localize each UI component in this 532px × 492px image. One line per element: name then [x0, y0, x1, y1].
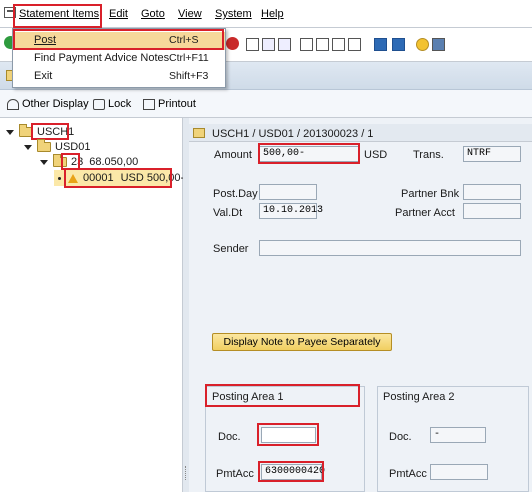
lock-icon [93, 98, 105, 110]
detail-header-title: USCH1 / USD01 / 201300023 / 1 [212, 128, 374, 140]
menu-item-exit[interactable]: Exit Shift+F3 [13, 68, 225, 86]
tree-account-label: USD01 [55, 141, 91, 153]
glasses-icon [7, 98, 19, 110]
menu-help-label: Help [261, 8, 284, 20]
highlight-pa1-pmtacc [258, 461, 324, 482]
value-date-field[interactable]: 10.10.2013 [259, 203, 323, 219]
pa2-pmtacc-label: PmtAcc [389, 468, 427, 480]
value-date-label: Val.Dt [213, 207, 243, 219]
find-payment-advice-label: Find Payment Advice Notes [34, 52, 170, 64]
tree-node-account[interactable]: USD01 [24, 139, 91, 153]
printout-button[interactable]: Printout [143, 98, 196, 110]
pa2-doc-label: Doc. [389, 431, 412, 443]
exit-shortcut: Shift+F3 [169, 70, 209, 82]
highlight-posting-area-1 [205, 384, 360, 407]
bullet-icon [58, 176, 61, 180]
display-note-button[interactable]: Display Note to Payee Separately [212, 333, 392, 351]
folder-icon [37, 139, 51, 152]
posting-area-2-title: Posting Area 2 [383, 391, 455, 403]
last-page-icon[interactable] [348, 38, 361, 51]
post-day-field[interactable] [259, 184, 317, 200]
currency-label: USD [364, 149, 388, 161]
lock-label: Lock [108, 98, 132, 110]
sender-field[interactable] [259, 240, 521, 256]
printout-label: Printout [158, 98, 196, 110]
layout-menu-icon[interactable] [432, 38, 445, 51]
pa1-doc-label: Doc. [218, 431, 241, 443]
cancel-icon[interactable] [226, 37, 239, 50]
tree-statement-amount: 68.050,00 [89, 156, 139, 168]
partner-bank-label: Partner Bnk [401, 188, 460, 200]
new-session-icon[interactable] [374, 38, 387, 51]
menu-help[interactable]: Help [261, 8, 284, 20]
sender-label: Sender [213, 243, 249, 255]
find-icon[interactable] [262, 38, 275, 51]
find-payment-advice-shortcut: Ctrl+F11 [169, 52, 209, 64]
partner-account-field[interactable] [463, 203, 521, 219]
partner-account-label: Partner Acct [395, 207, 455, 219]
shortcut-icon[interactable] [392, 38, 405, 51]
highlight-statement-items [13, 4, 102, 28]
trans-label: Trans. [413, 149, 444, 161]
header-folder-icon [193, 128, 205, 138]
highlight-item [64, 168, 172, 188]
highlight-amount [258, 143, 360, 164]
expand-icon[interactable] [40, 159, 48, 165]
menu-view-label: View [178, 8, 202, 20]
menu-item-find-payment-advice[interactable]: Find Payment Advice Notes Ctrl+F11 [13, 50, 225, 68]
pa1-pmtacc-label: PmtAcc [216, 468, 254, 480]
other-display-label: Other Display [22, 98, 89, 110]
post-day-label: Post.Day [213, 188, 258, 200]
previous-page-icon[interactable] [316, 38, 329, 51]
first-page-icon[interactable] [300, 38, 313, 51]
print-icon[interactable] [246, 38, 259, 51]
expand-icon[interactable] [24, 144, 32, 150]
menu-goto[interactable]: Goto [141, 8, 165, 20]
lock-button[interactable]: Lock [93, 98, 131, 110]
highlight-pa1-doc [257, 423, 319, 446]
menu-system[interactable]: System [215, 8, 252, 20]
menu-goto-label: Goto [141, 8, 165, 20]
other-display-button[interactable]: Other Display [7, 98, 89, 110]
exit-label: Exit [34, 70, 53, 82]
next-page-icon[interactable] [332, 38, 345, 51]
trans-field[interactable]: NTRF [463, 146, 521, 162]
pa2-pmtacc-field[interactable] [430, 464, 488, 480]
partner-bank-field[interactable] [463, 184, 521, 200]
find-next-icon[interactable] [278, 38, 291, 51]
menu-edit[interactable]: Edit [109, 8, 128, 20]
highlight-root [31, 123, 69, 140]
splitter-grip-icon[interactable] [185, 466, 187, 480]
pa2-doc-field[interactable]: - [430, 427, 486, 443]
amount-label: Amount [214, 149, 252, 161]
menu-view[interactable]: View [178, 8, 202, 20]
printer-icon [143, 98, 155, 110]
highlight-post [13, 29, 224, 50]
help-icon[interactable] [416, 38, 429, 51]
tree-node-statement[interactable]: 23 68.050,00 [40, 154, 139, 168]
expand-icon[interactable] [6, 129, 14, 135]
menu-system-label: System [215, 8, 252, 20]
menu-edit-label: Edit [109, 8, 128, 20]
